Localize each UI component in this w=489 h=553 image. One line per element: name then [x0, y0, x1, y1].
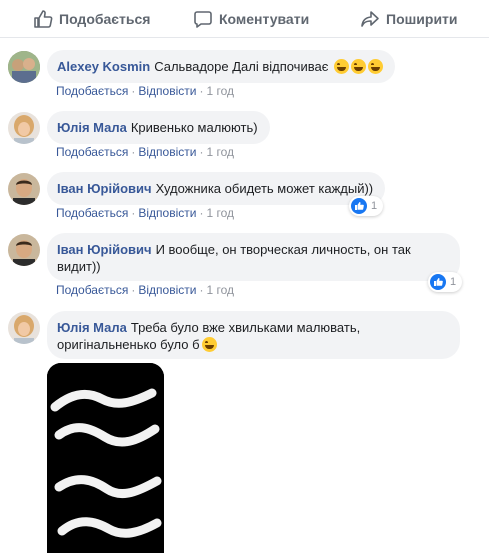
comment-button-label: Коментувати: [219, 11, 310, 27]
laughing-tears-emoji: [350, 59, 366, 74]
avatar-image: [8, 312, 40, 344]
comment-button[interactable]: Коментувати: [193, 0, 309, 38]
comment-reply-link[interactable]: Відповісти: [138, 283, 196, 297]
like-reaction-icon: [351, 198, 367, 214]
reaction-count[interactable]: 1: [428, 272, 463, 292]
comment-author[interactable]: Іван Юрійович: [57, 242, 152, 257]
comment-author[interactable]: Юлія Мала: [57, 320, 127, 335]
avatar-image: [8, 51, 40, 83]
avatar-image: [8, 112, 40, 144]
grinning-emoji: [201, 337, 217, 352]
reaction-count[interactable]: 1: [349, 196, 384, 216]
comment-like-link[interactable]: Подобається: [56, 145, 128, 159]
reaction-number: 1: [371, 200, 378, 212]
comment-meta: Подобається · Відповісти · 1 год: [56, 145, 234, 159]
avatar[interactable]: [8, 112, 40, 144]
avatar[interactable]: [8, 51, 40, 83]
comment-bubble: Юлія Мала Треба було вже хвильками малюва…: [47, 311, 460, 359]
comment-reply-link[interactable]: Відповісти: [138, 84, 196, 98]
comment-meta: Подобається · Відповісти · 1 год: [56, 206, 234, 220]
comment-author[interactable]: Іван Юрійович: [57, 181, 152, 196]
comment-author[interactable]: Юлія Мала: [57, 120, 127, 135]
comment-text: оригінальненько було б: [57, 337, 200, 352]
comment-time[interactable]: 1 год: [206, 283, 234, 297]
comment-bubble: Alexey Kosmin Сальвадоре Далі відпочиває: [47, 50, 395, 83]
comment-meta: Подобається · Відповісти · 1 год: [56, 283, 234, 297]
comment-like-link[interactable]: Подобається: [56, 84, 128, 98]
avatar[interactable]: [8, 173, 40, 205]
like-reaction-icon: [430, 274, 446, 290]
comment-reply-link[interactable]: Відповісти: [138, 206, 196, 220]
comment-bubble: Іван Юрійович Художника обидеть может каж…: [47, 172, 386, 205]
post-action-bar: Подобається Коментувати Поширити: [0, 0, 489, 38]
comment-text: Сальвадоре Далі відпочиває: [154, 59, 329, 74]
comment-text: Кривенько малюють): [130, 120, 258, 135]
wavy-lines-drawing: [47, 363, 164, 553]
comment-time[interactable]: 1 год: [206, 206, 234, 220]
comment-time[interactable]: 1 год: [206, 145, 234, 159]
comment-text: Треба було вже хвильками малювать,: [130, 320, 361, 335]
avatar-image: [8, 173, 40, 205]
like-button-label: Подобається: [59, 11, 151, 27]
avatar-image: [8, 234, 40, 266]
share-arrow-icon: [361, 11, 379, 27]
comment-bubble: Іван Юрійович И вообще, он творческая лич…: [47, 233, 460, 281]
share-button[interactable]: Поширити: [360, 0, 458, 38]
laughing-tears-emoji: [367, 59, 383, 74]
comment-text: Художника обидеть может каждый)): [155, 181, 374, 196]
comment-like-link[interactable]: Подобається: [56, 283, 128, 297]
reaction-number: 1: [450, 276, 457, 288]
avatar[interactable]: [8, 312, 40, 344]
comment-author[interactable]: Alexey Kosmin: [57, 59, 150, 74]
share-button-label: Поширити: [386, 11, 458, 27]
avatar[interactable]: [8, 234, 40, 266]
comment-attached-photo[interactable]: [47, 363, 164, 553]
comment-time[interactable]: 1 год: [206, 84, 234, 98]
laughing-tears-emoji: [333, 59, 349, 74]
comment-bubble: Юлія Мала Кривенько малюють): [47, 111, 270, 144]
comment-bubble-icon: [194, 11, 212, 28]
like-button[interactable]: Подобається: [33, 0, 150, 38]
comment-reply-link[interactable]: Відповісти: [138, 145, 196, 159]
comment-like-link[interactable]: Подобається: [56, 206, 128, 220]
comment-meta: Подобається · Відповісти · 1 год: [56, 84, 234, 98]
thumbs-up-icon: [34, 10, 53, 28]
